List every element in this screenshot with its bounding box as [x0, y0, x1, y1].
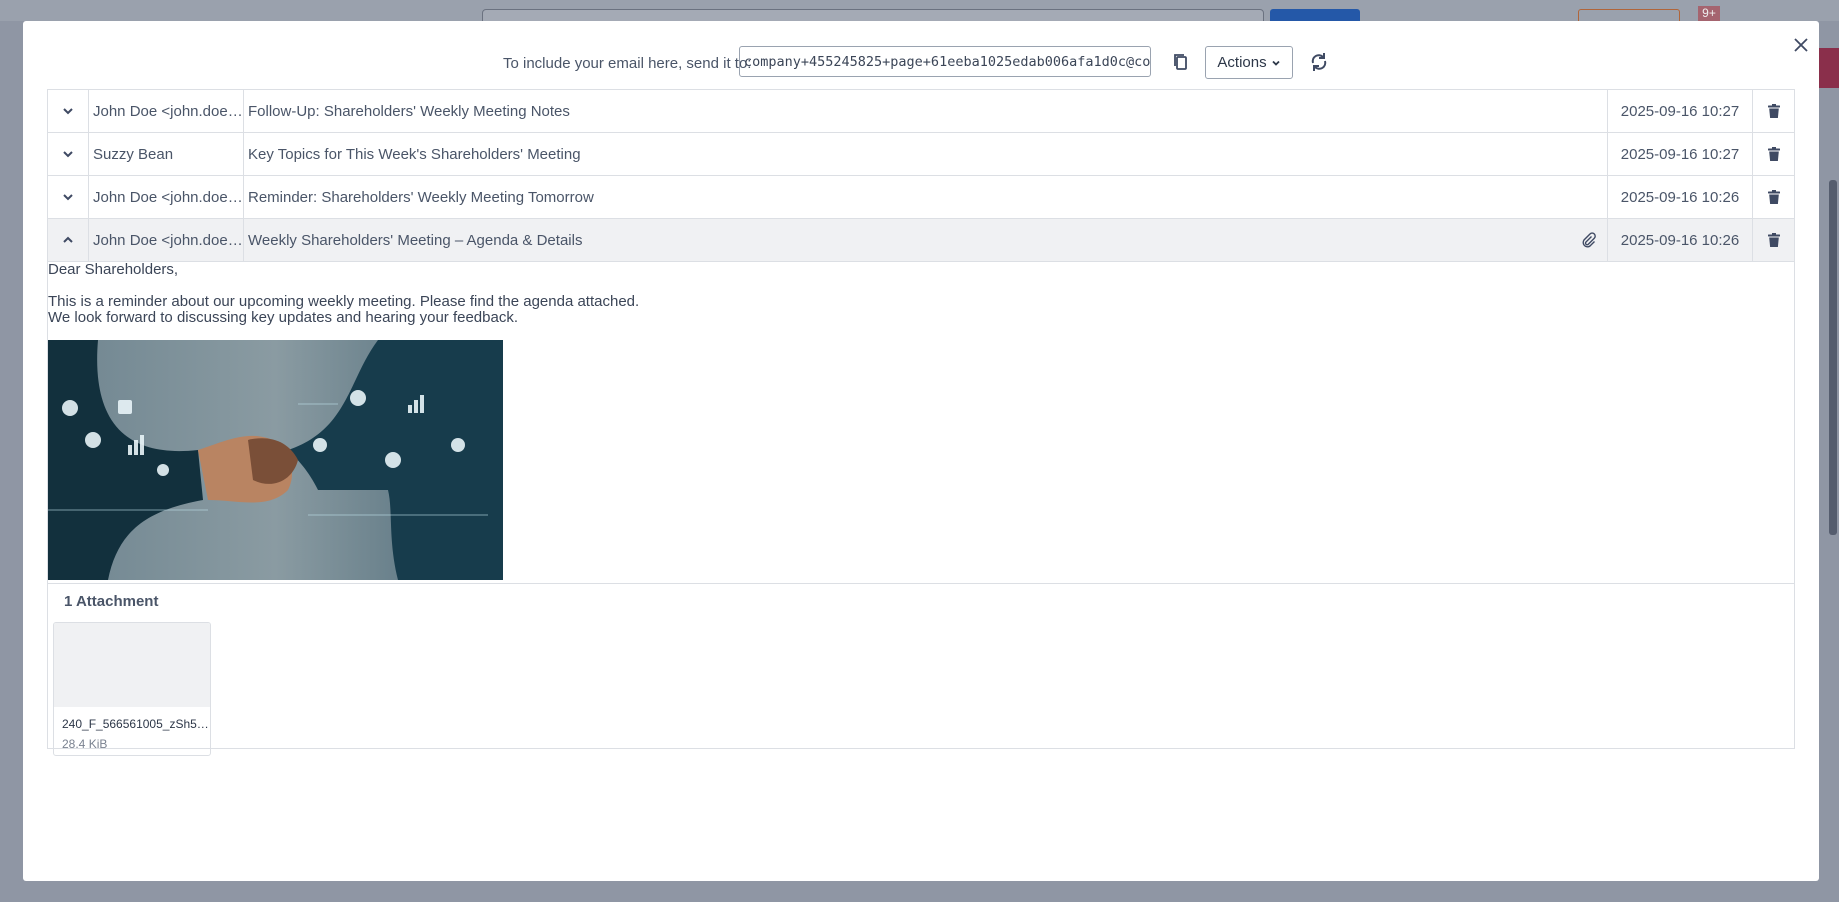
email-body-line: We look forward to discussing key update…	[48, 309, 518, 326]
email-date: 2025-09-16 10:27	[1608, 133, 1753, 175]
subject-text: Key Topics for This Week's Shareholders'…	[248, 145, 581, 163]
chevron-down-icon	[63, 108, 73, 115]
delete-button[interactable]	[1753, 219, 1794, 261]
email-subject: Weekly Shareholders' Meeting – Agenda & …	[244, 219, 1608, 261]
actions-label: Actions	[1217, 54, 1267, 71]
date-text: 2025-09-16 10:27	[1620, 145, 1740, 163]
expand-toggle[interactable]	[48, 219, 89, 261]
page-scrollbar[interactable]	[1829, 180, 1837, 535]
copy-button[interactable]	[1170, 51, 1192, 73]
email-subject: Reminder: Shareholders' Weekly Meeting T…	[244, 176, 1608, 218]
attachment-card[interactable]: 240_F_566561005_zSh5… 28.4 KiB	[53, 622, 211, 756]
subject-text: Weekly Shareholders' Meeting – Agenda & …	[248, 231, 583, 249]
sender-text: John Doe <john.doe…	[93, 231, 243, 249]
email-body: Dear Shareholders, This is a reminder ab…	[48, 261, 1794, 756]
attachment-size: 28.4 KiB	[62, 737, 108, 751]
actions-dropdown[interactable]: Actions	[1205, 46, 1293, 79]
email-sender: John Doe <john.doe…	[89, 219, 244, 261]
refresh-icon	[1311, 53, 1327, 71]
attachment-preview	[54, 623, 210, 707]
email-date: 2025-09-16 10:26	[1608, 219, 1753, 261]
paperclip-icon	[1582, 232, 1596, 248]
email-body-line: This is a reminder about our upcoming we…	[48, 293, 640, 310]
subject-text: Reminder: Shareholders' Weekly Meeting T…	[248, 188, 594, 206]
delete-button[interactable]	[1753, 90, 1794, 132]
email-list: John Doe <john.doe… Follow-Up: Sharehold…	[47, 89, 1795, 756]
email-sender: John Doe <john.doe…	[89, 176, 244, 218]
email-row[interactable]: John Doe <john.doe… Reminder: Shareholde…	[48, 176, 1794, 219]
include-email-label: To include your email here, send it to:	[503, 55, 752, 72]
expand-toggle[interactable]	[48, 133, 89, 175]
email-sender: John Doe <john.doe…	[89, 90, 244, 132]
email-header: To include your email here, send it to: …	[23, 46, 1819, 80]
email-sender: Suzzy Bean	[89, 133, 244, 175]
refresh-button[interactable]	[1307, 50, 1331, 74]
sender-text: Suzzy Bean	[93, 145, 174, 163]
chevron-down-icon	[1271, 60, 1280, 66]
copy-icon	[1174, 54, 1187, 70]
email-row[interactable]: John Doe <john.doe… Weekly Shareholders'…	[48, 219, 1794, 262]
trash-icon	[1767, 104, 1780, 118]
background-accent	[1819, 48, 1839, 88]
date-text: 2025-09-16 10:27	[1620, 102, 1740, 120]
chevron-down-icon	[63, 151, 73, 158]
attachments-title: 1 Attachment	[64, 593, 159, 610]
inbound-email-field[interactable]: company+455245825+page+61eeba1025edab006…	[739, 46, 1151, 77]
date-text: 2025-09-16 10:26	[1620, 188, 1740, 206]
email-greeting: Dear Shareholders,	[48, 261, 179, 278]
attachment-name: 240_F_566561005_zSh5…	[62, 717, 209, 731]
attachments-section: 1 Attachment 240_F_566561005_zSh5… 28.4 …	[48, 583, 1794, 756]
email-date: 2025-09-16 10:27	[1608, 90, 1753, 132]
trash-icon	[1767, 233, 1780, 247]
sender-text: John Doe <john.doe…	[93, 188, 243, 206]
trash-icon	[1767, 147, 1780, 161]
handshake-image	[48, 340, 503, 580]
sender-text: John Doe <john.doe…	[93, 102, 243, 120]
subject-text: Follow-Up: Shareholders' Weekly Meeting …	[248, 102, 570, 120]
email-date: 2025-09-16 10:26	[1608, 176, 1753, 218]
delete-button[interactable]	[1753, 133, 1794, 175]
email-subject: Key Topics for This Week's Shareholders'…	[244, 133, 1608, 175]
email-subject: Follow-Up: Shareholders' Weekly Meeting …	[244, 90, 1608, 132]
email-row[interactable]: Suzzy Bean Key Topics for This Week's Sh…	[48, 133, 1794, 176]
email-modal: To include your email here, send it to: …	[23, 21, 1819, 881]
expand-toggle[interactable]	[48, 176, 89, 218]
delete-button[interactable]	[1753, 176, 1794, 218]
date-text: 2025-09-16 10:26	[1620, 231, 1740, 249]
email-row[interactable]: John Doe <john.doe… Follow-Up: Sharehold…	[48, 90, 1794, 133]
expand-toggle[interactable]	[48, 90, 89, 132]
chevron-up-icon	[63, 236, 73, 243]
trash-icon	[1767, 190, 1780, 204]
chevron-down-icon	[63, 194, 73, 201]
